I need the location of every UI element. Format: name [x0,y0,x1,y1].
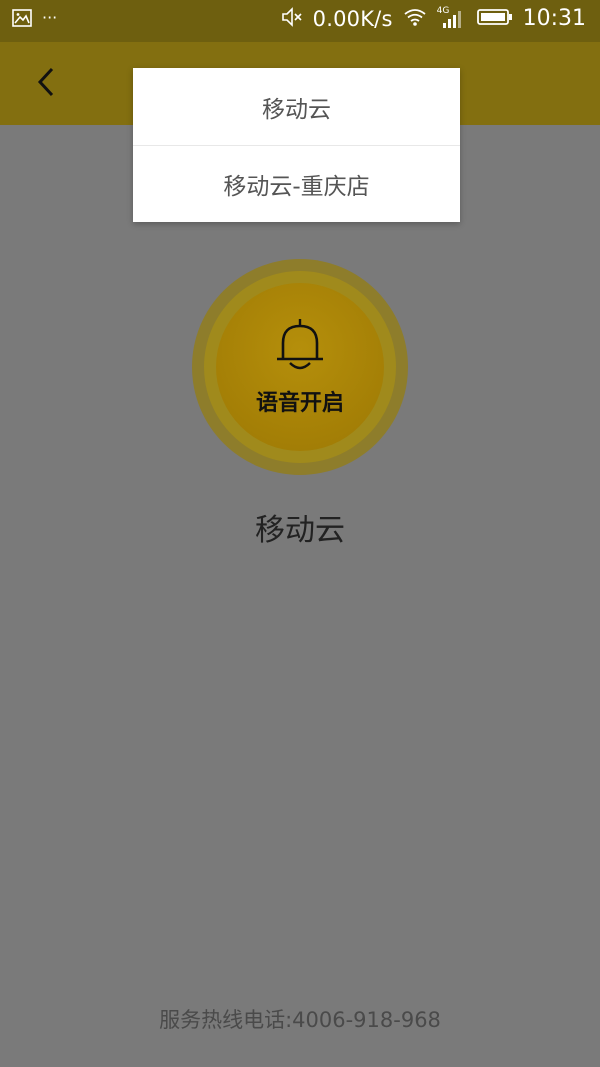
store-selector-dropdown: 移动云 移动云-重庆店 [133,68,460,222]
bell-icon [273,317,327,375]
clock: 10:31 [522,6,586,31]
service-hotline[interactable]: 服务热线电话:4006-918-968 [0,1004,600,1034]
dropdown-item-store[interactable]: 移动云 [133,68,460,145]
cellular-signal-icon: 4G [437,6,467,30]
status-bar-right: 0.00K/s 4G 10:31 [281,6,586,31]
voice-toggle-button[interactable]: 语音开启 [216,283,384,451]
network-speed: 0.00K/s [312,6,393,31]
status-bar-left: ··· [12,7,58,31]
status-bar: ··· 0.00K/s 4G 10:31 [0,0,600,42]
dropdown-item-store-chongqing[interactable]: 移动云-重庆店 [133,145,460,222]
wifi-icon [403,7,427,31]
image-notification-icon [12,9,32,31]
more-notifications-indicator: ··· [42,7,58,27]
mute-icon [281,6,303,31]
voice-button-label: 语音开启 [255,391,344,416]
chevron-left-icon [35,66,57,102]
back-button[interactable] [22,60,70,108]
store-name: 移动云 [255,513,345,548]
battery-icon [476,8,513,30]
